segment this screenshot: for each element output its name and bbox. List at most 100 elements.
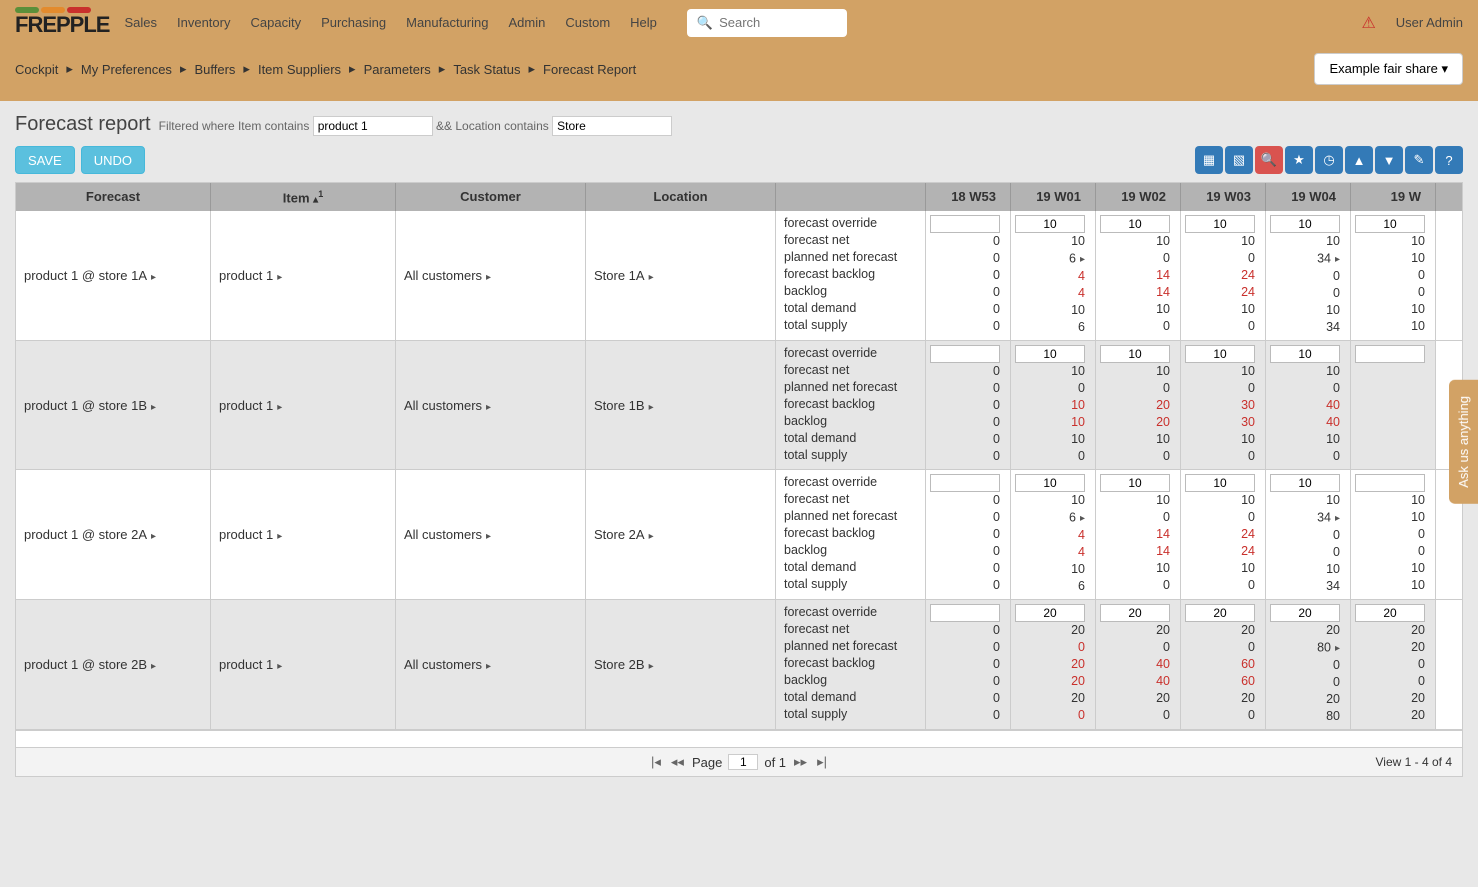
- cell-forecast[interactable]: product 1 @ store 1B: [16, 341, 211, 469]
- breadcrumb-item[interactable]: Task Status: [453, 62, 520, 77]
- star-icon[interactable]: ★: [1285, 146, 1313, 174]
- col-forecast[interactable]: Forecast: [16, 183, 211, 211]
- col-item[interactable]: Item ▴1: [211, 183, 396, 211]
- override-input[interactable]: [1185, 474, 1255, 492]
- table-view-icon[interactable]: ▦: [1195, 146, 1223, 174]
- nav-item-custom[interactable]: Custom: [565, 15, 610, 30]
- detail-icon[interactable]: [1080, 250, 1085, 268]
- override-input[interactable]: [1015, 345, 1085, 363]
- override-input[interactable]: [1355, 474, 1425, 492]
- breadcrumb-item[interactable]: Item Suppliers: [258, 62, 341, 77]
- override-input[interactable]: [1355, 604, 1425, 622]
- override-input[interactable]: [1270, 345, 1340, 363]
- override-input[interactable]: [1100, 345, 1170, 363]
- col-bucket[interactable]: 19 W02: [1096, 183, 1181, 211]
- cell-customer[interactable]: All customers: [396, 470, 586, 599]
- override-input[interactable]: [1355, 215, 1425, 233]
- search-input[interactable]: [719, 15, 837, 30]
- search-box[interactable]: 🔍: [687, 9, 847, 37]
- cell-customer[interactable]: All customers: [396, 600, 586, 729]
- override-input[interactable]: [930, 474, 1000, 492]
- override-input[interactable]: [1015, 474, 1085, 492]
- detail-icon[interactable]: [1335, 250, 1340, 268]
- wrench-icon[interactable]: ✎: [1405, 146, 1433, 174]
- col-bucket[interactable]: 19 W03: [1181, 183, 1266, 211]
- override-input[interactable]: [930, 215, 1000, 233]
- cell-location[interactable]: Store 1B: [586, 341, 776, 469]
- cell-location[interactable]: Store 2B: [586, 600, 776, 729]
- override-input[interactable]: [1100, 215, 1170, 233]
- clock-icon[interactable]: ◷: [1315, 146, 1343, 174]
- override-input[interactable]: [1015, 215, 1085, 233]
- filter-icon[interactable]: 🔍: [1255, 146, 1283, 174]
- override-input[interactable]: [1185, 215, 1255, 233]
- nav-item-admin[interactable]: Admin: [509, 15, 546, 30]
- override-input[interactable]: [1185, 345, 1255, 363]
- pager-view-info: View 1 - 4 of 4: [1376, 755, 1453, 769]
- pager-page-input[interactable]: [728, 754, 758, 770]
- detail-icon[interactable]: [1335, 639, 1340, 657]
- cell-item[interactable]: product 1: [211, 600, 396, 729]
- breadcrumb-sep-icon: ▸: [180, 61, 187, 77]
- ask-us-tab[interactable]: Ask us anything: [1449, 380, 1478, 504]
- chart-view-icon[interactable]: ▧: [1225, 146, 1253, 174]
- override-input[interactable]: [1355, 345, 1425, 363]
- breadcrumb-item[interactable]: Parameters: [364, 62, 431, 77]
- down-icon[interactable]: ▼: [1375, 146, 1403, 174]
- nav-item-inventory[interactable]: Inventory: [177, 15, 230, 30]
- cell-location[interactable]: Store 1A: [586, 211, 776, 340]
- cell-location[interactable]: Store 2A: [586, 470, 776, 599]
- breadcrumb-item[interactable]: My Preferences: [81, 62, 172, 77]
- override-input[interactable]: [1100, 604, 1170, 622]
- cell-item[interactable]: product 1: [211, 341, 396, 469]
- col-bucket[interactable]: 19 W: [1351, 183, 1436, 211]
- cell-customer[interactable]: All customers: [396, 341, 586, 469]
- cell-item[interactable]: product 1: [211, 470, 396, 599]
- user-menu[interactable]: User Admin: [1396, 15, 1463, 30]
- nav-item-purchasing[interactable]: Purchasing: [321, 15, 386, 30]
- pager-last-icon[interactable]: ▸|: [815, 754, 829, 770]
- col-location[interactable]: Location: [586, 183, 776, 211]
- col-bucket[interactable]: 19 W01: [1011, 183, 1096, 211]
- cell-forecast[interactable]: product 1 @ store 1A: [16, 211, 211, 340]
- cell-customer[interactable]: All customers: [396, 211, 586, 340]
- nav-item-manufacturing[interactable]: Manufacturing: [406, 15, 488, 30]
- nav-item-sales[interactable]: Sales: [124, 15, 157, 30]
- override-input[interactable]: [1270, 215, 1340, 233]
- save-button[interactable]: SAVE: [15, 146, 75, 174]
- alert-icon[interactable]: ⚠: [1361, 13, 1375, 33]
- col-customer[interactable]: Customer: [396, 183, 586, 211]
- breadcrumb-item[interactable]: Forecast Report: [543, 62, 636, 77]
- table-row: product 1 @ store 2Bproduct 1All custome…: [16, 600, 1462, 730]
- override-input[interactable]: [1270, 604, 1340, 622]
- col-bucket[interactable]: 18 W53: [926, 183, 1011, 211]
- example-dropdown[interactable]: Example fair share ▾: [1314, 53, 1463, 85]
- override-input[interactable]: [1015, 604, 1085, 622]
- cell-forecast[interactable]: product 1 @ store 2B: [16, 600, 211, 729]
- detail-icon[interactable]: [1080, 509, 1085, 527]
- nav-item-help[interactable]: Help: [630, 15, 657, 30]
- horizontal-scrollbar[interactable]: [16, 730, 1462, 747]
- override-input[interactable]: [930, 604, 1000, 622]
- filter-location-input[interactable]: [552, 116, 672, 136]
- override-input[interactable]: [1100, 474, 1170, 492]
- filter-item-input[interactable]: [313, 116, 433, 136]
- col-bucket[interactable]: 19 W04: [1266, 183, 1351, 211]
- logo[interactable]: FREPPLE: [15, 7, 109, 38]
- override-input[interactable]: [1185, 604, 1255, 622]
- breadcrumb-item[interactable]: Cockpit: [15, 62, 58, 77]
- breadcrumb-item[interactable]: Buffers: [194, 62, 235, 77]
- nav-item-capacity[interactable]: Capacity: [250, 15, 301, 30]
- cell-forecast[interactable]: product 1 @ store 2A: [16, 470, 211, 599]
- override-input[interactable]: [930, 345, 1000, 363]
- pager-next-icon[interactable]: ▸▸: [792, 754, 809, 770]
- detail-icon[interactable]: [1335, 509, 1340, 527]
- help-icon[interactable]: ?: [1435, 146, 1463, 174]
- override-input[interactable]: [1270, 474, 1340, 492]
- pager-first-icon[interactable]: |◂: [649, 754, 663, 770]
- cell-item[interactable]: product 1: [211, 211, 396, 340]
- pager-prev-icon[interactable]: ◂◂: [669, 754, 686, 770]
- data-bucket: 1034001034: [1266, 470, 1351, 599]
- undo-button[interactable]: UNDO: [81, 146, 145, 174]
- up-icon[interactable]: ▲: [1345, 146, 1373, 174]
